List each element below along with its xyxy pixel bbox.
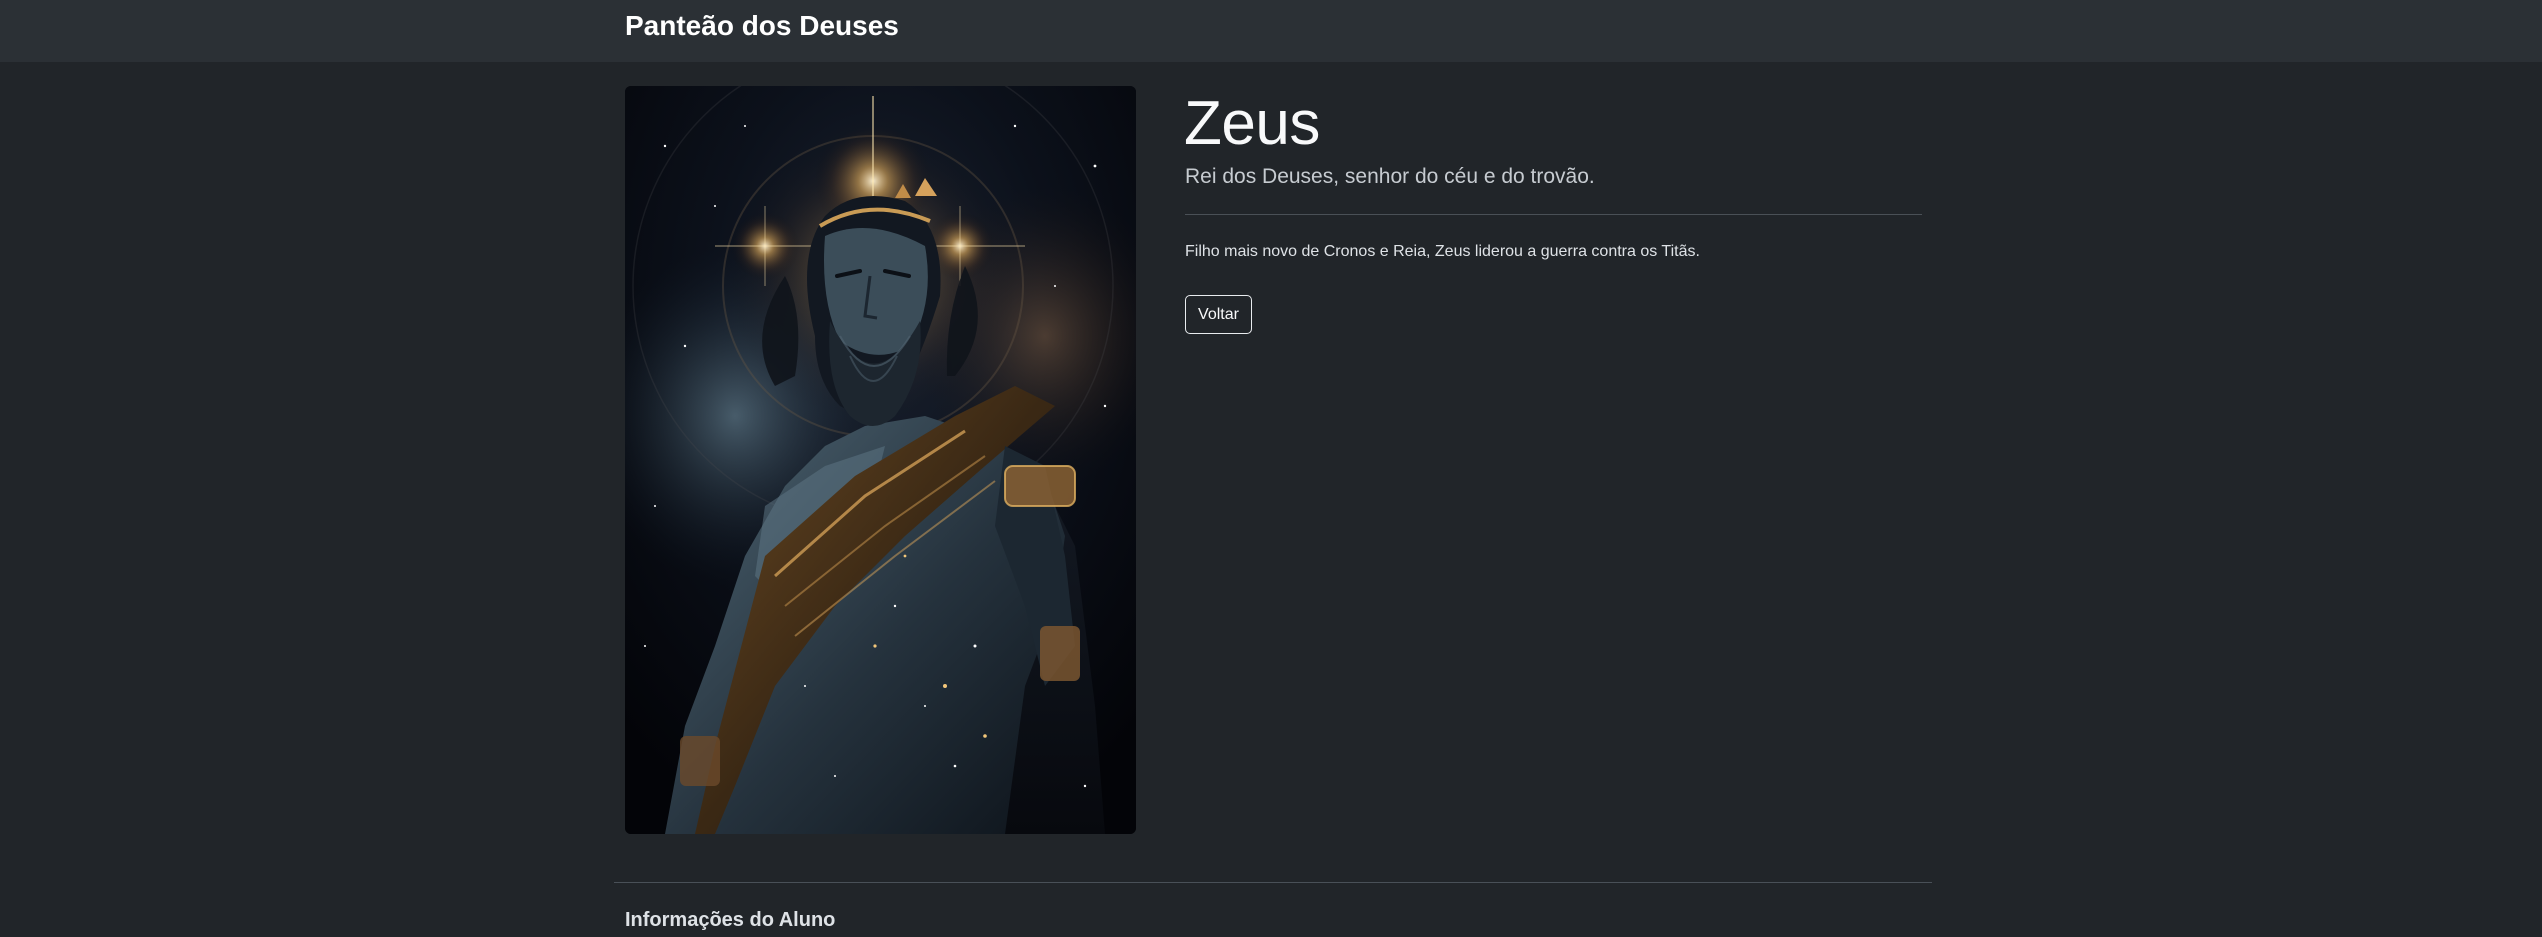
navbar-brand[interactable]: Panteão dos Deuses [625,8,899,44]
content-divider [1185,214,1922,215]
god-name: Zeus [1184,89,1320,158]
footer-divider [614,882,1932,883]
zeus-illustration [625,86,1136,834]
back-button[interactable]: Voltar [1185,295,1252,334]
god-title: Rei dos Deuses, senhor do céu e do trovã… [1185,165,1595,188]
god-description: Filho mais novo de Cronos e Reia, Zeus l… [1185,243,1700,260]
navbar: Panteão dos Deuses [0,0,2542,62]
footer-heading: Informações do Aluno [625,909,836,931]
god-portrait-image [625,86,1136,834]
